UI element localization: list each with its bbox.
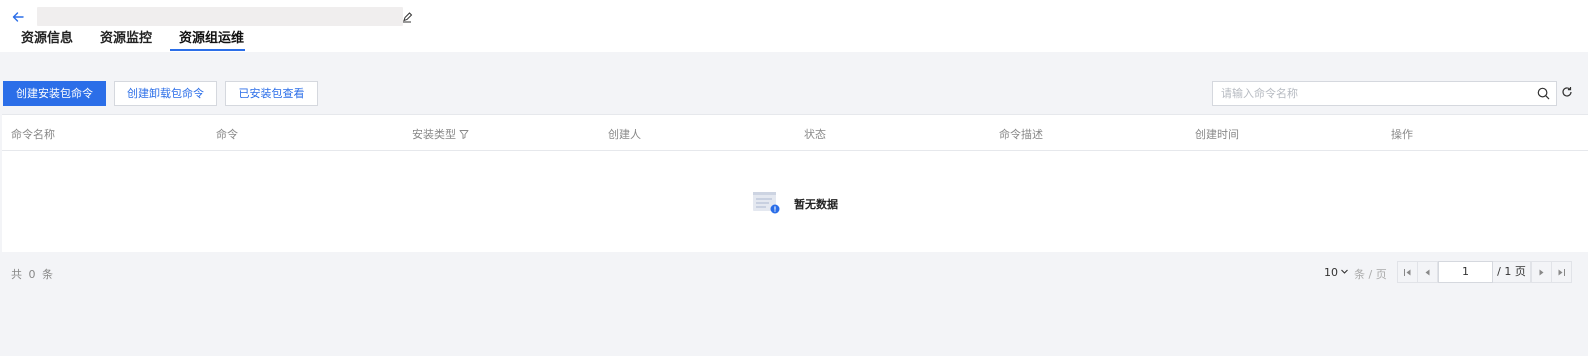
edit-icon[interactable] [401,11,413,23]
table-header: 命令名称 命令 安装类型 创建人 状态 命令描述 创建时间 操作 [2,115,1588,151]
page-size-select[interactable]: 10 [1324,266,1349,279]
page-header: 资源信息 资源监控 资源组运维 [0,0,1588,52]
arrow-left-icon[interactable] [10,9,26,25]
column-header-status: 状态 [804,128,826,141]
refresh-icon[interactable] [1561,86,1573,98]
prev-page-icon [1425,269,1430,276]
total-count: 共 0 条 [11,268,53,281]
column-header-command-description: 命令描述 [999,128,1043,141]
column-header-actions: 操作 [1391,128,1413,141]
create-install-command-button[interactable]: 创建安装包命令 [3,81,106,106]
column-header-created-time: 创建时间 [1195,128,1239,141]
tab-resource-info[interactable]: 资源信息 [21,30,73,52]
page-size-value: 10 [1324,266,1338,279]
resource-title [37,7,403,26]
column-header-command-name: 命令名称 [11,128,55,141]
first-page-button[interactable] [1397,261,1418,283]
command-search-input[interactable] [1221,85,1531,102]
current-page-input[interactable]: 1 [1438,261,1493,283]
first-page-icon [1404,269,1411,276]
column-header-install-type: 安装类型 [412,126,469,142]
last-page-button[interactable] [1551,261,1572,283]
command-table: 命令名称 命令 安装类型 创建人 状态 命令描述 创建时间 操作 暂无数据 [2,114,1588,252]
page-size-unit: 条 / 页 [1354,268,1387,281]
command-search-box [1212,81,1557,106]
create-uninstall-command-button[interactable]: 创建卸载包命令 [114,81,217,106]
filter-icon[interactable] [459,129,469,139]
chevron-down-icon [1341,269,1348,274]
last-page-icon [1558,269,1565,276]
installed-packages-view-button[interactable]: 已安装包查看 [225,81,318,106]
column-header-creator: 创建人 [608,128,641,141]
prev-page-button[interactable] [1417,261,1438,283]
active-tab-indicator [170,49,245,51]
total-pages: / 1 页 [1493,261,1531,283]
column-header-command: 命令 [216,128,238,141]
empty-state-text: 暂无数据 [794,198,838,211]
next-page-icon [1539,269,1544,276]
column-header-install-type-label: 安装类型 [412,128,456,141]
search-icon[interactable] [1537,87,1550,100]
next-page-button[interactable] [1531,261,1552,283]
tab-resource-monitor[interactable]: 资源监控 [100,30,152,52]
empty-data-icon [753,192,780,214]
